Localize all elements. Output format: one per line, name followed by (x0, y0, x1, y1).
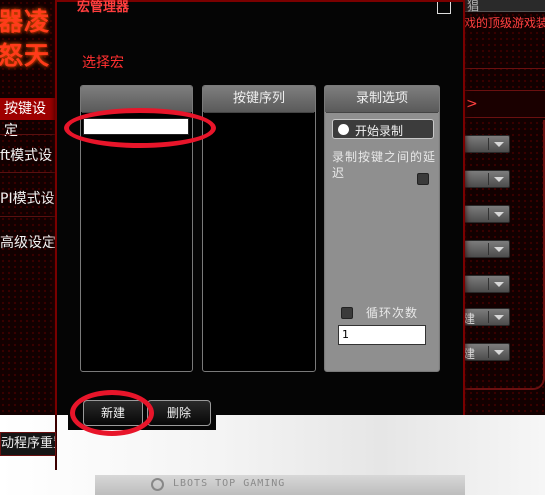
loop-count-input[interactable]: 1 (338, 325, 426, 345)
record-options-header: 录制选项 (325, 86, 439, 112)
section-title: 选择宏 (82, 55, 124, 71)
slogan-text: 戏的顶级游戏装 (464, 16, 545, 30)
annotation-circle-input (64, 108, 216, 148)
footer-watermark: LBOTS TOP GAMING (173, 478, 286, 489)
key-sequence-panel: 按键序列 (202, 85, 316, 372)
start-record-label: 开始录制 (355, 124, 404, 138)
close-icon[interactable] (437, 2, 451, 14)
right-panel-frame (465, 120, 545, 390)
right-arrow: > (466, 96, 478, 112)
radio-icon (338, 124, 349, 135)
sidebar-item-pi-mode[interactable]: PI模式设 (0, 188, 55, 208)
key-sequence-list[interactable] (204, 112, 314, 370)
sidebar-divider (0, 134, 55, 135)
right-header-bar (465, 68, 545, 69)
key-sequence-header: 按键序列 (203, 86, 315, 112)
loop-count-checkbox[interactable] (341, 307, 353, 319)
record-delay-checkbox[interactable] (417, 173, 429, 185)
macro-list[interactable] (82, 112, 191, 370)
annotation-circle-new-button (70, 390, 154, 436)
dialog-title: 宏管理器 (77, 0, 130, 15)
footer-strip: LBOTS TOP GAMING (95, 475, 465, 495)
sidebar-divider (0, 172, 55, 173)
delete-macro-button[interactable]: 删除 (147, 400, 211, 426)
driver-reset-button[interactable]: 动程序重置 (0, 432, 56, 456)
record-options-body: 开始录制 录制按键之间的延迟 循环次数 1 (326, 112, 438, 370)
start-record-button[interactable]: 开始录制 (332, 119, 434, 139)
footer-logo-icon (151, 478, 164, 491)
sidebar-item-advanced[interactable]: 高级设定 (0, 232, 56, 252)
sidebar-item-key-settings[interactable]: 按键设定 (0, 98, 55, 139)
sidebar-item-ft-mode[interactable]: ft模式设 (0, 145, 52, 165)
brand-line-2: 怒天 (0, 41, 51, 70)
driver-reset-label: 动程序重置 (1, 436, 55, 451)
sidebar-divider (0, 216, 55, 217)
loop-count-label: 循环次数 (366, 306, 419, 320)
brand-line-1: 器凌 (0, 7, 51, 36)
record-options-panel: 录制选项 开始录制 录制按键之间的延迟 循环次数 1 (324, 85, 440, 372)
right-top-char: 猖 (467, 0, 480, 13)
